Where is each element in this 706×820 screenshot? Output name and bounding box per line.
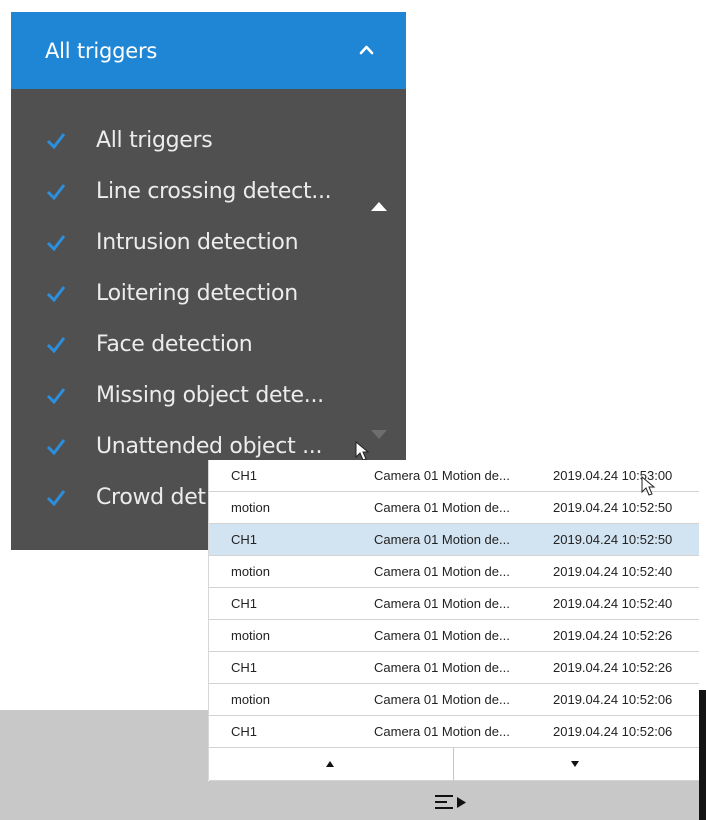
trigger-option-label: Face detection: [96, 332, 253, 357]
triangle-up-icon[interactable]: [326, 761, 334, 767]
background-panel: [0, 710, 208, 820]
trigger-option-intrusion[interactable]: Intrusion detection: [11, 226, 371, 266]
table-pager: [209, 748, 699, 781]
table-row[interactable]: motion Camera 01 Motion de... 2019.04.24…: [209, 556, 699, 588]
event-time: 2019.04.24 10:52:26: [553, 660, 673, 675]
trigger-option-face[interactable]: Face detection: [11, 328, 371, 368]
trigger-option-missing-object[interactable]: Missing object dete...: [11, 379, 371, 419]
checkmark-icon: [46, 235, 66, 252]
event-source: motion: [231, 692, 271, 707]
trigger-option-label: All triggers: [96, 128, 213, 153]
mouse-pointer-icon: [355, 441, 370, 461]
checkmark-icon: [46, 439, 66, 456]
event-time: 2019.04.24 10:52:26: [553, 628, 673, 643]
event-description: Camera 01 Motion de...: [374, 596, 510, 611]
trigger-option-line-crossing[interactable]: Line crossing detect...: [11, 175, 371, 215]
chevron-up-icon[interactable]: [359, 42, 374, 57]
trigger-option-label: Crowd det: [96, 485, 206, 510]
event-source: CH1: [231, 724, 258, 739]
event-source: motion: [231, 564, 271, 579]
event-description: Camera 01 Motion de...: [374, 500, 510, 515]
event-description: Camera 01 Motion de...: [374, 532, 510, 547]
event-time: 2019.04.24 10:52:06: [553, 692, 673, 707]
table-footer-bar: [208, 781, 699, 820]
trigger-option-label: Unattended object ...: [96, 434, 323, 459]
trigger-option-loitering[interactable]: Loitering detection: [11, 277, 371, 317]
trigger-option-all[interactable]: All triggers: [11, 124, 371, 164]
event-description: Camera 01 Motion de...: [374, 692, 510, 707]
trigger-option-label: Missing object dete...: [96, 383, 324, 408]
event-list-table: CH1 Camera 01 Motion de... 2019.04.24 10…: [208, 460, 699, 781]
event-time: 2019.04.24 10:52:40: [553, 596, 673, 611]
checkmark-icon: [46, 286, 66, 303]
table-row[interactable]: CH1 Camera 01 Motion de... 2019.04.24 10…: [209, 588, 699, 620]
trigger-filter-title: All triggers: [45, 39, 158, 63]
event-source: CH1: [231, 660, 258, 675]
scroll-up-arrow-icon[interactable]: [371, 202, 387, 211]
triangle-down-icon[interactable]: [571, 761, 579, 767]
scroll-down-arrow-icon[interactable]: [371, 430, 387, 439]
checkmark-icon: [46, 388, 66, 405]
table-row[interactable]: motion Camera 01 Motion de... 2019.04.24…: [209, 492, 699, 524]
playlist-play-icon[interactable]: [435, 794, 469, 810]
event-source: motion: [231, 628, 271, 643]
event-time: 2019.04.24 10:52:06: [553, 724, 673, 739]
trigger-filter-header[interactable]: All triggers: [11, 12, 406, 89]
trigger-option-label: Intrusion detection: [96, 230, 299, 255]
event-source: CH1: [231, 596, 258, 611]
checkmark-icon: [46, 337, 66, 354]
mouse-pointer-icon: [641, 476, 656, 496]
event-description: Camera 01 Motion de...: [374, 660, 510, 675]
event-description: Camera 01 Motion de...: [374, 468, 510, 483]
event-time: 2019.04.24 10:52:50: [553, 532, 673, 547]
checkmark-icon: [46, 133, 66, 150]
event-source: CH1: [231, 532, 258, 547]
table-row[interactable]: CH1 Camera 01 Motion de... 2019.04.24 10…: [209, 652, 699, 684]
event-time: 2019.04.24 10:52:50: [553, 500, 673, 515]
checkmark-icon: [46, 490, 66, 507]
window-edge: [699, 690, 706, 820]
table-row[interactable]: CH1 Camera 01 Motion de... 2019.04.24 10…: [209, 460, 699, 492]
event-time: 2019.04.24 10:52:40: [553, 564, 673, 579]
event-description: Camera 01 Motion de...: [374, 564, 510, 579]
pager-divider: [453, 748, 454, 780]
checkmark-icon: [46, 184, 66, 201]
event-source: CH1: [231, 468, 258, 483]
table-row[interactable]: motion Camera 01 Motion de... 2019.04.24…: [209, 620, 699, 652]
event-description: Camera 01 Motion de...: [374, 628, 510, 643]
table-row[interactable]: CH1 Camera 01 Motion de... 2019.04.24 10…: [209, 716, 699, 748]
table-row[interactable]: motion Camera 01 Motion de... 2019.04.24…: [209, 684, 699, 716]
trigger-option-label: Line crossing detect...: [96, 179, 332, 204]
trigger-option-label: Loitering detection: [96, 281, 298, 306]
event-source: motion: [231, 500, 271, 515]
table-row-selected[interactable]: CH1 Camera 01 Motion de... 2019.04.24 10…: [209, 524, 699, 556]
event-description: Camera 01 Motion de...: [374, 724, 510, 739]
